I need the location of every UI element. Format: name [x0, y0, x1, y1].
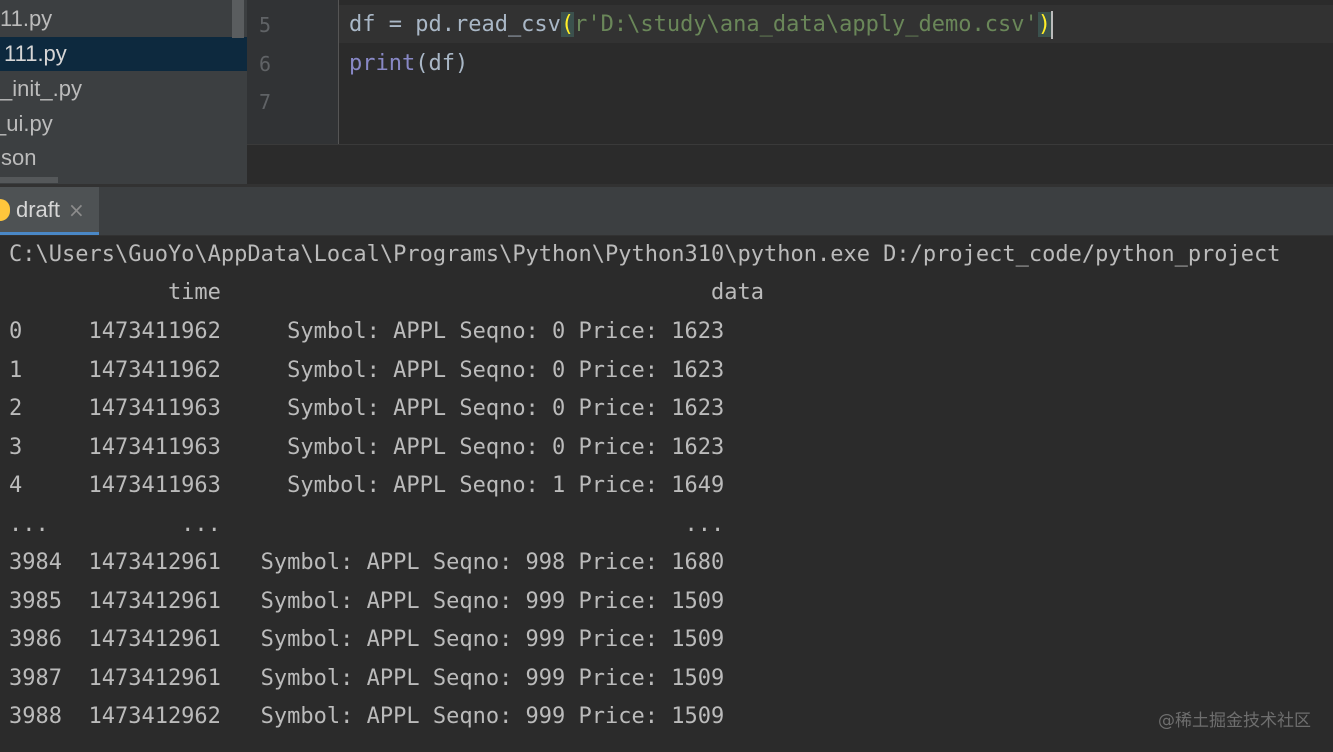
line-number: 7: [259, 90, 272, 114]
dataframe-row: 3988 1473412962 Symbol: APPL Seqno: 999 …: [9, 704, 725, 729]
tree-item-label: _init_.py: [0, 76, 82, 101]
tree-item-label: 111.py: [4, 41, 67, 66]
line-number: 6: [259, 52, 272, 76]
tree-horizontal-scrollbar[interactable]: [0, 177, 58, 183]
tree-item-file[interactable]: 11.py: [0, 2, 52, 36]
dataframe-row: 3987 1473412961 Symbol: APPL Seqno: 999 …: [9, 665, 725, 691]
text-caret: [1051, 11, 1054, 39]
dataframe-row: 3985 1473412961 Symbol: APPL Seqno: 999 …: [9, 588, 725, 614]
builtin-function: print: [349, 51, 416, 76]
dataframe-header: time data: [9, 280, 764, 305]
code-token: (df): [415, 51, 469, 76]
tree-item-file-selected[interactable]: 111.py: [0, 37, 247, 71]
tree-item-label: 11.py: [0, 6, 53, 31]
run-tab-draft[interactable]: draft ×: [0, 187, 99, 235]
run-tab-label: draft: [16, 196, 61, 222]
close-icon[interactable]: ×: [68, 198, 85, 222]
dataframe-row: 3986 1473412961 Symbol: APPL Seqno: 999 …: [9, 627, 725, 652]
editor-bottom-area: [247, 144, 1333, 185]
tree-item-label: .json: [0, 145, 37, 170]
dataframe-row: 4 1473411963 Symbol: APPL Seqno: 1 Price…: [9, 473, 725, 498]
matched-paren: (: [560, 12, 575, 37]
dataframe-row: 1 1473411962 Symbol: APPL Seqno: 0 Price…: [9, 357, 725, 383]
string-literal: r'D:\study\ana_data\apply_demo.csv': [574, 12, 1038, 37]
code-token: df = pd.read_csv: [349, 12, 561, 37]
dataframe-row: 2 1473411963 Symbol: APPL Seqno: 0 Price…: [9, 396, 725, 421]
dataframe-row: 0 1473411962 Symbol: APPL Seqno: 0 Price…: [9, 319, 725, 344]
line-number-gutter: 5 6 7: [247, 0, 339, 144]
code-editor[interactable]: 5 6 7 df = pd.read_csv(r'D:\study\ana_da…: [247, 0, 1333, 144]
console-command-line: C:\Users\GuoYo\AppData\Local\Programs\Py…: [9, 242, 1281, 267]
watermark: @稀土掘金技术社区: [1158, 711, 1311, 731]
tree-item-file[interactable]: _ui.py: [0, 107, 53, 141]
code-line-5[interactable]: df = pd.read_csv(r'D:\study\ana_data\app…: [349, 6, 1054, 44]
code-line-6[interactable]: print(df): [349, 45, 468, 83]
python-icon: [0, 198, 10, 221]
line-number: 5: [259, 13, 272, 37]
tree-item-file[interactable]: _init_.py: [0, 72, 82, 106]
tree-item-label: _ui.py: [0, 111, 53, 136]
tree-vertical-scrollbar[interactable]: [232, 0, 244, 38]
tree-item-file[interactable]: .json: [0, 141, 36, 175]
run-console-output[interactable]: C:\Users\GuoYo\AppData\Local\Programs\Py…: [0, 236, 1333, 752]
run-tab-bar: draft ×: [0, 187, 1333, 236]
dataframe-row: 3984 1473412961 Symbol: APPL Seqno: 998 …: [9, 550, 725, 575]
dataframe-row: ... ... ...: [9, 511, 725, 537]
dataframe-row: 3 1473411963 Symbol: APPL Seqno: 0 Price…: [9, 434, 725, 460]
project-tree: 11.py 111.py _init_.py _ui.py .json: [0, 0, 247, 184]
matched-paren: ): [1037, 12, 1052, 37]
